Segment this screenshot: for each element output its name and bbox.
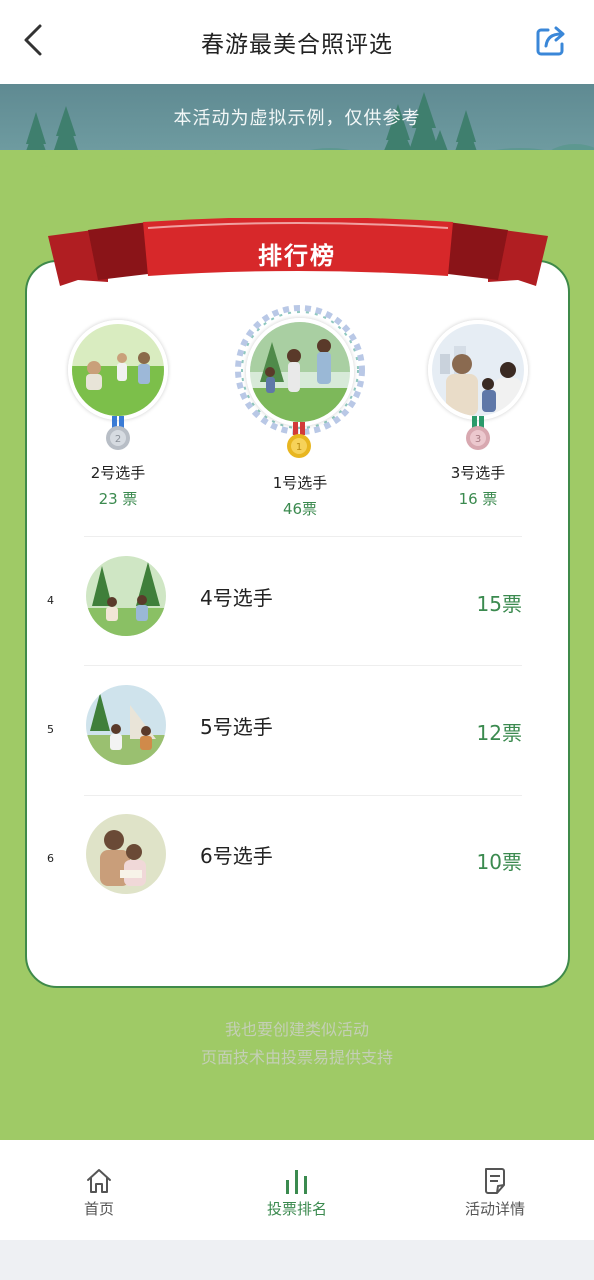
vote-count: 12票	[476, 721, 522, 745]
tab-details[interactable]: 活动详情	[396, 1140, 594, 1240]
divider	[84, 665, 522, 666]
back-button[interactable]	[20, 22, 50, 58]
podium-third[interactable]: 3 3号选手 16 票	[426, 320, 530, 508]
podium-second[interactable]: 2 2号选手 23 票	[66, 320, 170, 508]
vote-count: 46票	[282, 500, 318, 518]
avatar	[246, 318, 354, 426]
bottom-tab-bar: 首页 投票排名 活动详情	[0, 1140, 594, 1240]
back-arrow-icon	[24, 24, 42, 56]
top-nav-bar: 春游最美合照评选	[0, 0, 594, 84]
bar-chart-icon	[286, 1170, 307, 1194]
vote-count: 15票	[476, 592, 522, 616]
avatar	[428, 320, 528, 420]
tab-label: 活动详情	[464, 1200, 525, 1218]
document-icon	[485, 1168, 505, 1194]
ranking-title: 排行榜	[258, 242, 336, 270]
contestant-photo	[72, 324, 164, 416]
gold-medal-icon: 1	[287, 422, 311, 458]
avatar	[86, 814, 166, 894]
page-title: 春游最美合照评选	[201, 32, 393, 58]
contestant-name: 1号选手	[272, 474, 328, 492]
contestant-name: 5号选手	[200, 715, 273, 739]
contestant-name: 2号选手	[90, 464, 146, 482]
rank-number: 6	[47, 852, 54, 865]
demo-notice: 本活动为虚拟示例，仅供参考	[173, 108, 421, 129]
svg-text:3: 3	[475, 434, 481, 445]
svg-text:2: 2	[115, 434, 121, 445]
tab-home[interactable]: 首页	[0, 1140, 198, 1240]
divider	[84, 795, 522, 796]
contestant-name: 6号选手	[200, 844, 273, 868]
rank-number: 5	[47, 723, 54, 736]
silver-medal-icon: 2	[106, 416, 130, 450]
powered-by-text: 页面技术由投票易提供支持	[200, 1048, 393, 1067]
bronze-medal-icon: 3	[466, 416, 490, 450]
share-icon	[536, 26, 565, 56]
contestant-name: 4号选手	[200, 586, 273, 610]
vote-count: 16 票	[458, 490, 498, 508]
tab-label: 投票排名	[266, 1200, 327, 1218]
tab-ranking[interactable]: 投票排名	[198, 1140, 396, 1240]
hill-shape	[0, 152, 594, 192]
divider	[84, 536, 522, 537]
vote-count: 10票	[476, 850, 522, 874]
contestant-photo	[250, 322, 350, 422]
avatar	[68, 320, 168, 420]
home-icon	[87, 1169, 111, 1193]
contestant-photo	[86, 814, 166, 894]
contestant-name: 3号选手	[450, 464, 506, 482]
tab-label: 首页	[83, 1200, 114, 1218]
create-activity-link[interactable]: 我也要创建类似活动	[0, 1016, 594, 1040]
vote-count: 23 票	[98, 490, 138, 508]
share-button[interactable]	[534, 24, 568, 58]
bottom-safe-area	[0, 1240, 594, 1280]
contestant-photo	[432, 324, 524, 416]
rank-number: 4	[47, 594, 54, 607]
contestant-photo	[86, 556, 166, 636]
contestant-photo	[86, 685, 166, 765]
avatar	[86, 685, 166, 765]
avatar	[86, 556, 166, 636]
svg-text:1: 1	[296, 442, 302, 453]
